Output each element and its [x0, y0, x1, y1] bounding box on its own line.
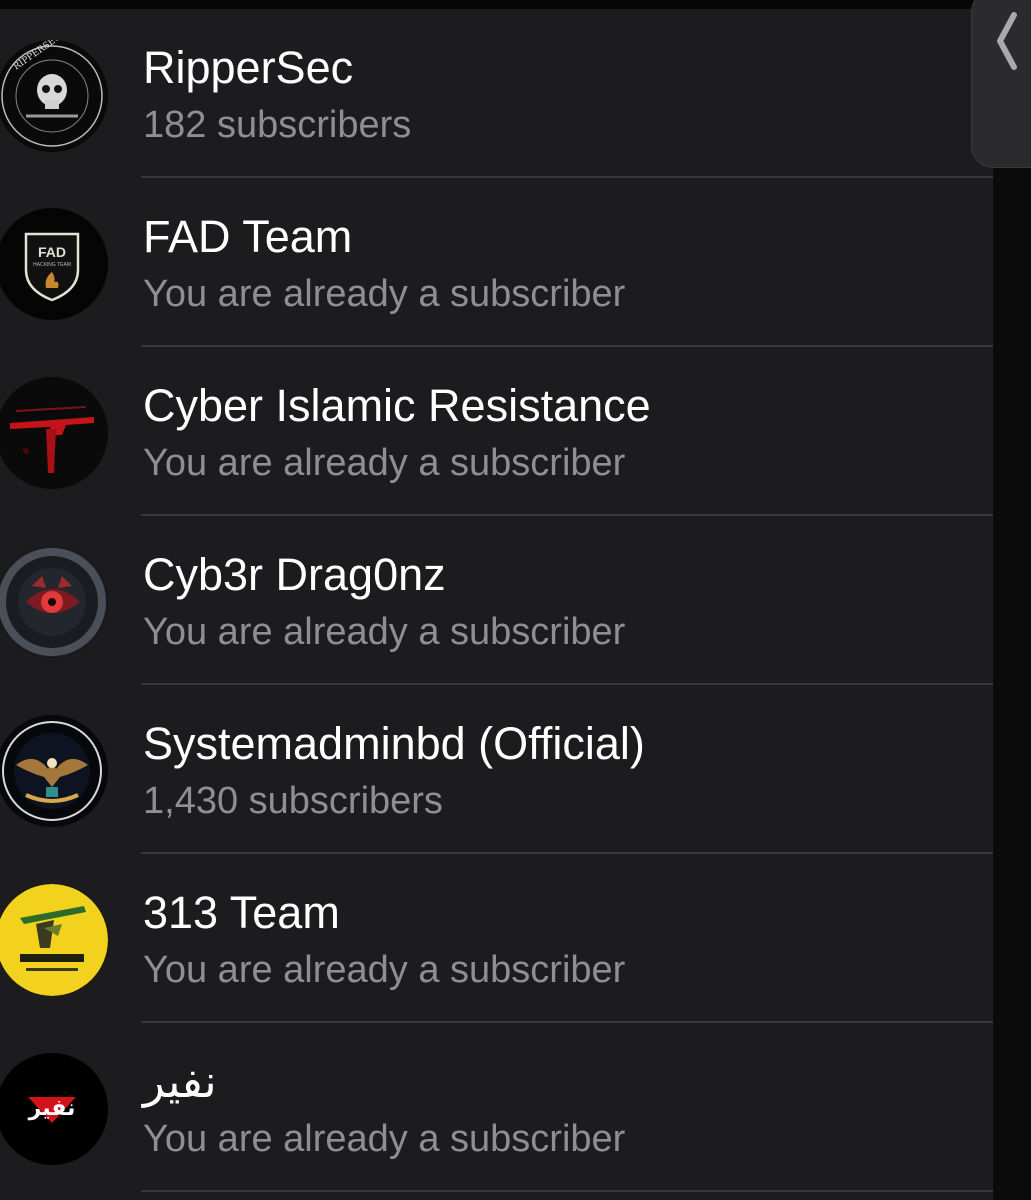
- channel-title: نفير: [143, 1056, 217, 1107]
- yellow-313-logo: [0, 884, 108, 996]
- channel-subtitle: You are already a subscriber: [143, 442, 626, 484]
- channel-row-nafir[interactable]: نفير نفير You are already a subscriber: [0, 1023, 993, 1192]
- red-rifle-logo: [0, 377, 108, 489]
- channel-subtitle: You are already a subscriber: [143, 1118, 626, 1160]
- channel-list: RIPPERSEC RipperSec 182 subscribers FAD: [0, 9, 993, 1192]
- channel-row-cyber-islamic-resistance[interactable]: Cyber Islamic Resistance You are already…: [0, 347, 993, 516]
- right-edge-strip: [993, 0, 1031, 1200]
- channel-subtitle: You are already a subscriber: [143, 949, 626, 991]
- channel-row-fad-team[interactable]: FAD HACKING TEAM FAD Team You are alread…: [0, 178, 993, 347]
- nafir-logo: نفير: [0, 1053, 108, 1165]
- channel-subtitle: You are already a subscriber: [143, 611, 626, 653]
- row-divider: [141, 1190, 993, 1192]
- channel-subtitle: 182 subscribers: [143, 104, 412, 146]
- channel-title: RipperSec: [143, 42, 354, 93]
- channel-row-cyb3r-drag0nz[interactable]: Cyb3r Drag0nz You are already a subscrib…: [0, 516, 993, 685]
- channel-title: 313 Team: [143, 887, 340, 938]
- channel-row-rippersec[interactable]: RIPPERSEC RipperSec 182 subscribers: [0, 9, 993, 178]
- channel-subtitle: 1,430 subscribers: [143, 780, 443, 822]
- channel-title: Cyb3r Drag0nz: [143, 549, 446, 600]
- nafir-logo-text: نفير: [28, 1096, 76, 1121]
- dragon-eye-logo: [0, 546, 108, 658]
- fad-logo-subtext: HACKING TEAM: [33, 262, 71, 268]
- channel-title: Systemadminbd (Official): [143, 718, 645, 769]
- channel-title: Cyber Islamic Resistance: [143, 380, 651, 431]
- ripper-skull-logo: RIPPERSEC: [0, 40, 108, 152]
- eagle-emblem-logo: [0, 715, 108, 827]
- fad-shield-logo: FAD HACKING TEAM: [0, 208, 108, 320]
- top-bar: [0, 0, 1031, 9]
- channel-list-screen: RIPPERSEC RipperSec 182 subscribers FAD: [0, 0, 1031, 1200]
- channel-subtitle: You are already a subscriber: [143, 273, 626, 315]
- channel-title: FAD Team: [143, 211, 353, 262]
- fad-logo-text: FAD: [38, 244, 66, 260]
- channel-row-313-team[interactable]: 313 Team You are already a subscriber: [0, 854, 993, 1023]
- chevron-left-icon: [997, 12, 1017, 70]
- channel-row-systemadminbd[interactable]: Systemadminbd (Official) 1,430 subscribe…: [0, 685, 993, 854]
